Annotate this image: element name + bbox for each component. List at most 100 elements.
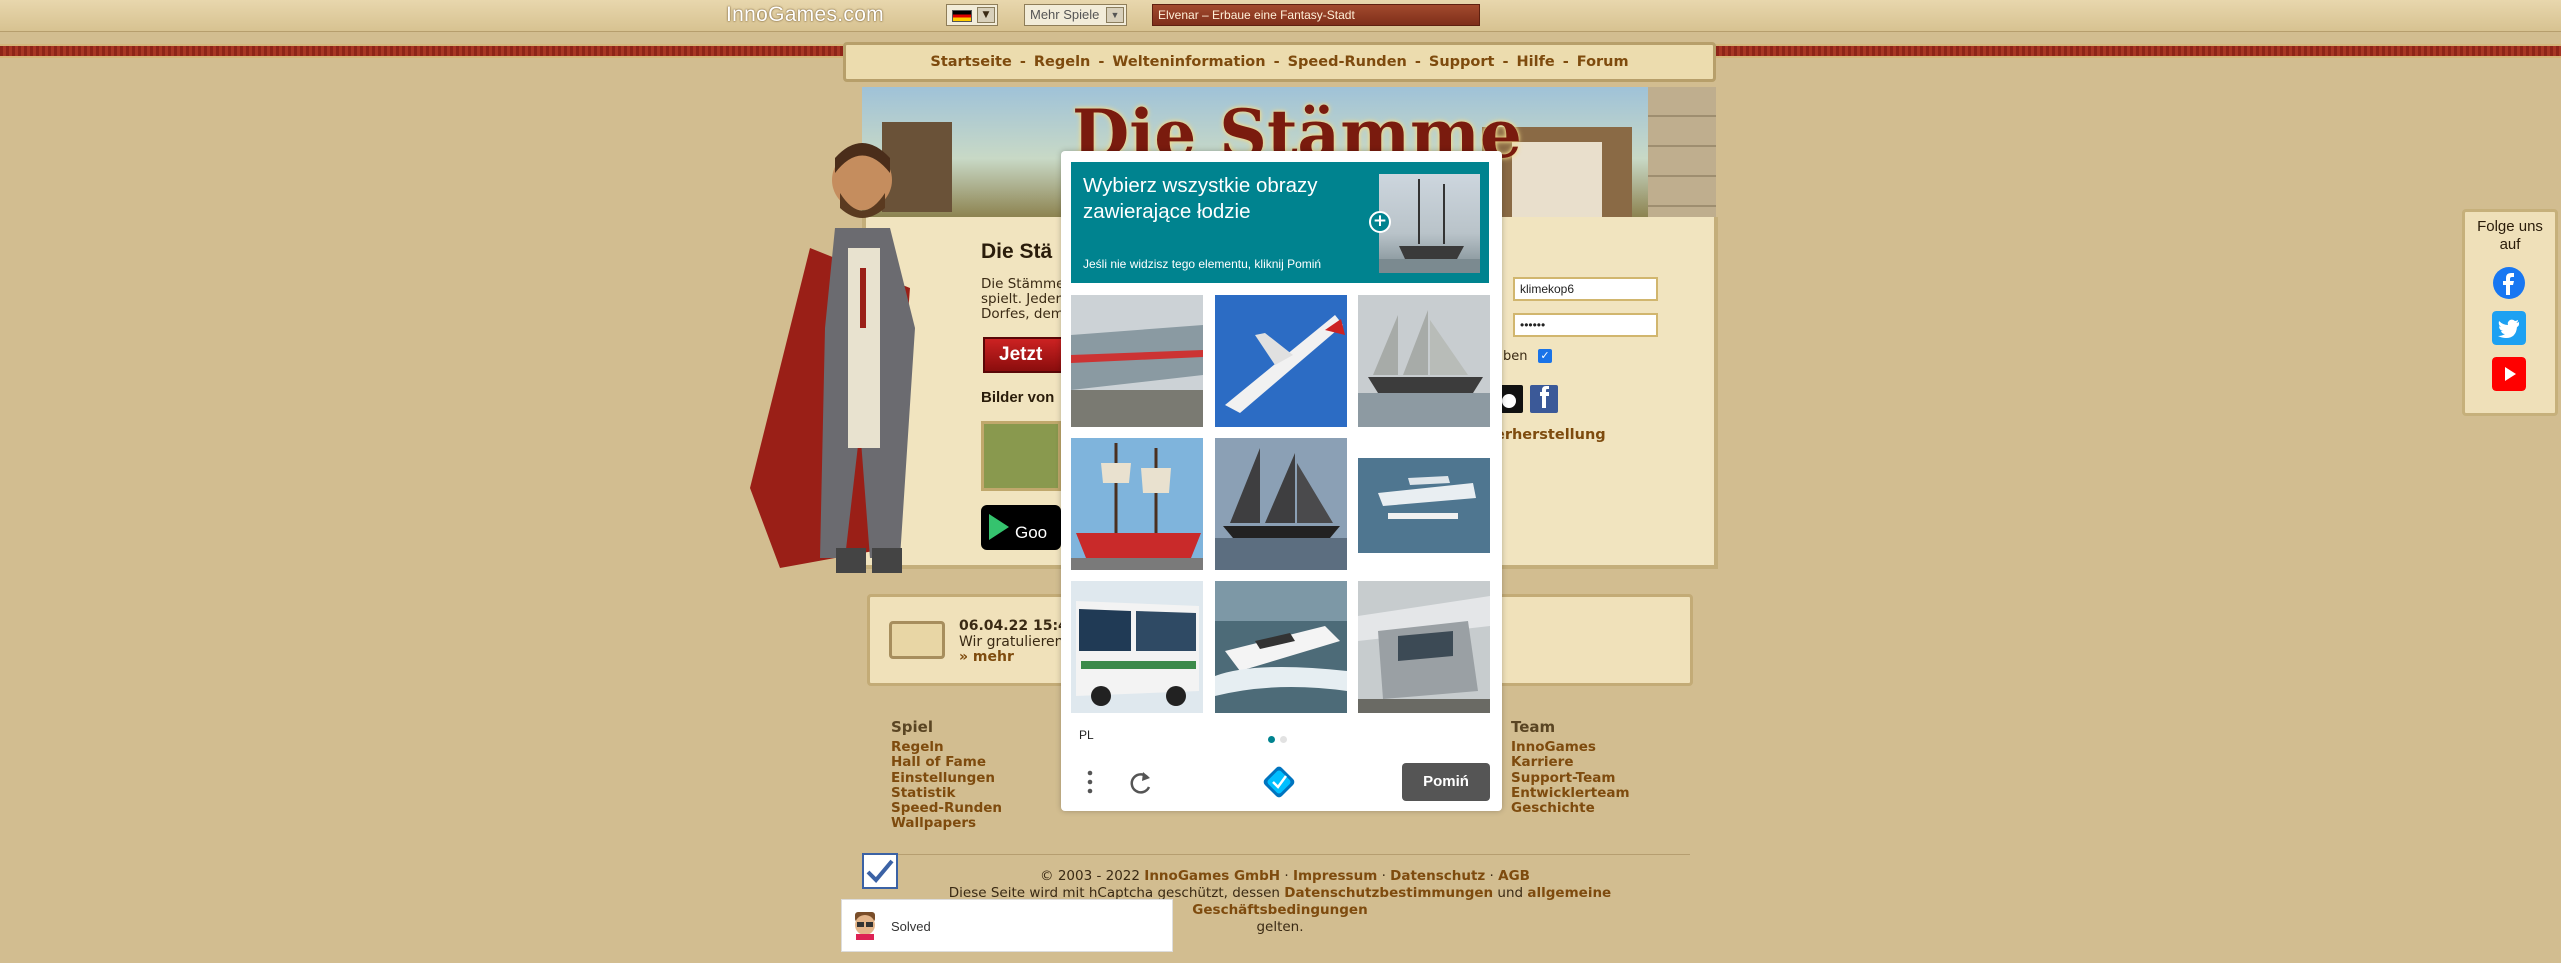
nav-regeln[interactable]: Regeln [1034,54,1091,70]
impressum-link[interactable]: Impressum [1293,868,1377,884]
landing-title: Die Stä [981,240,1053,263]
footer-link[interactable]: Speed-Runden [891,800,1002,816]
tile-schooner-image [1215,438,1347,570]
captcha-example-image[interactable] [1379,174,1480,273]
example-sailboat-graphic [1379,179,1480,273]
captcha-tile-2[interactable] [1215,295,1347,427]
tile-bus-image [1071,581,1203,713]
youtube-icon[interactable] [2492,357,2526,391]
agb-link[interactable]: AGB [1498,868,1530,884]
stone-pillar-right [1648,87,1716,235]
nav-forum[interactable]: Forum [1577,54,1629,70]
elvenar-banner[interactable]: Elvenar – Erbaue eine Fantasy-Stadt [1152,4,1480,26]
more-games-select[interactable]: Mehr Spiele ▼ [1024,4,1127,26]
innogames-logo[interactable]: InnoGames.com [726,3,884,27]
footer-link[interactable]: Hall of Fame [891,754,1002,770]
captcha-skip-hint: Jeśli nie widzisz tego elementu, kliknij… [1083,257,1322,271]
solver-status-text: Solved [891,919,931,934]
captcha-tile-5[interactable] [1215,438,1347,570]
tile-sailboat-image [1358,295,1490,427]
footer-link[interactable]: Geschichte [1511,800,1630,816]
captcha-tile-1[interactable] [1071,295,1203,427]
remember-me-label: ben [1503,349,1528,364]
page-indicator [1280,736,1287,743]
hcaptcha-logo-icon[interactable] [1261,764,1297,800]
news-more-link[interactable]: » mehr [959,649,1014,665]
play-now-button[interactable]: Jetzt [983,337,1063,373]
hcaptcha-notice-text: gelten. [1256,919,1304,935]
facebook-icon[interactable] [2492,266,2526,300]
tile-train-image [1071,295,1203,427]
google-play-icon [989,514,1009,540]
more-options-icon[interactable] [1085,769,1095,795]
example-expand-icon[interactable]: + [1369,211,1391,233]
tile-airplane-image [1215,295,1347,427]
refresh-icon[interactable] [1126,769,1154,797]
captcha-tile-7[interactable] [1071,581,1203,713]
footer-link[interactable]: Support-Team [1511,770,1630,786]
footer-link[interactable]: Statistik [891,785,1002,801]
hcaptcha-checkbox[interactable] [862,853,898,889]
nav-startseite[interactable]: Startseite [930,54,1011,70]
nav-separator: - [1098,54,1105,70]
footer-links-spiel: Regeln Hall of Fame Einstellungen Statis… [891,739,1002,832]
captcha-language-label[interactable]: PL [1079,728,1094,742]
tile-tallship-image [1071,438,1203,570]
solver-avatar-icon [855,912,875,940]
news-date: 06.04.22 15:4 [959,618,1068,634]
nav-hilfe[interactable]: Hilfe [1517,54,1555,70]
screenshot-thumbnail[interactable] [981,421,1061,491]
copyright-line: © 2003 - 2022 InnoGames GmbH · Impressum… [1040,868,1530,884]
nav-separator: - [1414,54,1421,70]
captcha-prompt-text: Wybierz wszystkie obrazy zawierające łod… [1083,174,1318,223]
building-shape [1512,142,1602,217]
header-stripe-right [1716,44,2561,58]
footer-link[interactable]: InnoGames [1511,739,1630,755]
nav-separator: - [1273,54,1280,70]
username-input[interactable]: klimekop6 [1513,277,1658,301]
innogames-link[interactable]: InnoGames GmbH [1144,868,1280,884]
top-bar: InnoGames.com ▼ Mehr Spiele ▼ Elvenar – … [0,0,2561,32]
images-title: Bilder von [981,389,1055,406]
nav-speed-runden[interactable]: Speed-Runden [1288,54,1407,70]
nav-support[interactable]: Support [1429,54,1495,70]
captcha-tile-3[interactable] [1358,295,1490,427]
footer-heading-spiel: Spiel [891,718,933,736]
more-games-label: Mehr Spiele [1030,7,1100,22]
google-play-text: Goo [1015,523,1048,542]
tile-motorboat-image [1215,581,1347,713]
captcha-tile-4[interactable] [1071,438,1203,570]
nav-welteninformation[interactable]: Welteninformation [1112,54,1265,70]
landing-intro-text: Die Stämme spielt. Jeder Dorfes, dem [981,277,1061,322]
remember-me-checkbox[interactable]: ✓ [1538,349,1552,363]
footer-link[interactable]: Regeln [891,739,1002,755]
footer-heading-team: Team [1511,718,1556,736]
footer-link[interactable]: Einstellungen [891,770,1002,786]
nav-separator: - [1502,54,1509,70]
hcaptcha-privacy-link[interactable]: Datenschutzbestimmungen [1284,885,1493,901]
knight-illustration [750,143,915,573]
captcha-skip-button[interactable]: Pomiń [1402,763,1490,801]
captcha-tile-9[interactable] [1358,581,1490,713]
google-play-badge[interactable]: Goo [981,505,1061,550]
password-input[interactable]: •••••• [1513,313,1658,337]
datenschutz-link[interactable]: Datenschutz [1390,868,1485,884]
follow-us-title: Folge uns auf [2477,218,2543,253]
twitter-icon[interactable] [2492,311,2526,345]
intro-line: Dorfes, dem [981,306,1061,322]
password-restore-link[interactable]: erherstellung [1495,427,1606,443]
page-indicator-active [1268,736,1275,743]
facebook-login-icon[interactable] [1530,385,1558,413]
footer-link[interactable]: Entwicklerteam [1511,785,1630,801]
tile-train-image [1358,581,1490,713]
header-stripe-left [0,44,843,58]
checkmark-icon [866,859,894,883]
footer-link[interactable]: Karriere [1511,754,1630,770]
chevron-down-icon: ▼ [977,7,995,23]
footer-link[interactable]: Wallpapers [891,816,1002,832]
chevron-down-icon: ▼ [1106,7,1124,23]
intro-line: spielt. Jeder [981,291,1061,307]
captcha-tile-8[interactable] [1215,581,1347,713]
captcha-tile-6[interactable] [1358,438,1490,570]
language-select[interactable]: ▼ [946,4,998,26]
